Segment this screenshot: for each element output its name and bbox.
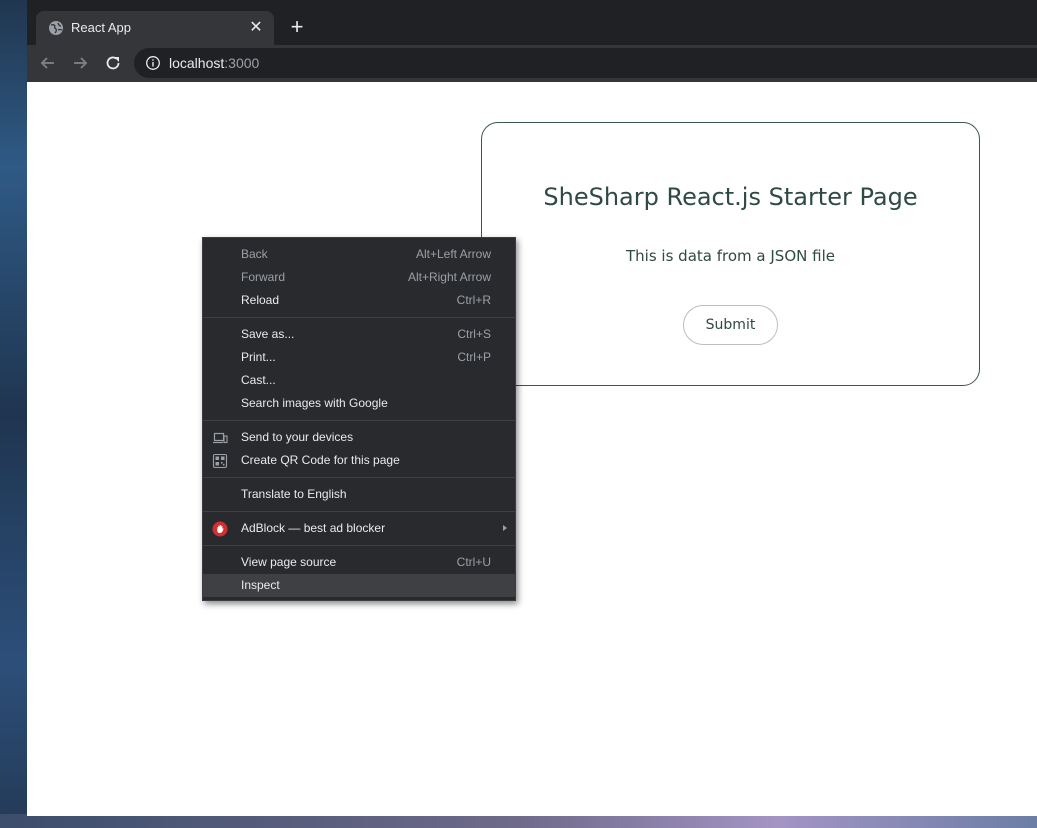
menu-item-back[interactable]: Back Alt+Left Arrow: [203, 243, 515, 266]
starter-card: SheSharp React.js Starter Page This is d…: [481, 122, 980, 386]
back-arrow-icon[interactable]: [38, 53, 58, 73]
site-info-icon[interactable]: [145, 55, 161, 71]
tab-strip: React App ✕ +: [27, 0, 1037, 45]
globe-icon: [49, 21, 63, 35]
url-text[interactable]: localhost:3000: [169, 55, 259, 71]
desktop-background: [0, 0, 27, 828]
menu-item-label: Inspect: [241, 578, 280, 592]
url-port: :3000: [224, 55, 260, 71]
json-data-text: This is data from a JSON file: [626, 247, 835, 265]
menu-item-view-source[interactable]: View page source Ctrl+U: [203, 551, 515, 574]
menu-item-reload[interactable]: Reload Ctrl+R: [203, 289, 515, 312]
menu-item-translate[interactable]: Translate to English: [203, 483, 515, 506]
menu-separator: [203, 545, 515, 546]
menu-item-shortcut: Ctrl+R: [456, 293, 491, 307]
submenu-arrow-icon: [503, 525, 507, 531]
browser-window: React App ✕ + localhost:3000 SheSharp Re…: [27, 0, 1037, 816]
menu-item-label: Translate to English: [241, 487, 347, 501]
menu-item-label: Print...: [241, 350, 276, 364]
menu-item-forward[interactable]: Forward Alt+Right Arrow: [203, 266, 515, 289]
menu-item-label: Reload: [241, 293, 280, 307]
menu-item-label: Forward: [241, 270, 286, 284]
url-host: localhost: [169, 55, 225, 71]
menu-item-search-images[interactable]: Search images with Google: [203, 392, 515, 415]
devices-icon: [213, 432, 228, 444]
context-menu: Back Alt+Left Arrow Forward Alt+Right Ar…: [202, 237, 516, 601]
menu-item-label: View page source: [241, 555, 337, 569]
menu-item-print[interactable]: Print... Ctrl+P: [203, 346, 515, 369]
reload-icon[interactable]: [103, 53, 123, 73]
tab-react-app[interactable]: React App ✕: [36, 11, 274, 45]
menu-item-shortcut: Ctrl+P: [457, 350, 491, 364]
new-tab-button[interactable]: +: [286, 16, 308, 39]
menu-item-inspect[interactable]: Inspect: [203, 574, 515, 597]
page-viewport: SheSharp React.js Starter Page This is d…: [27, 82, 1037, 816]
menu-item-label: Back: [241, 247, 268, 261]
address-bar[interactable]: localhost:3000: [134, 48, 1037, 78]
menu-separator: [203, 511, 515, 512]
page-title: SheSharp React.js Starter Page: [543, 183, 918, 211]
adblock-icon: [212, 521, 228, 537]
desktop-wallpaper-strip: [0, 814, 1037, 828]
forward-arrow-icon[interactable]: [70, 53, 90, 73]
menu-separator: [203, 317, 515, 318]
menu-item-label: Search images with Google: [241, 396, 388, 410]
menu-item-create-qr-code[interactable]: Create QR Code for this page: [203, 449, 515, 472]
menu-separator: [203, 420, 515, 421]
close-tab-icon[interactable]: ✕: [248, 20, 264, 36]
submit-button[interactable]: Submit: [683, 305, 778, 345]
menu-item-label: AdBlock — best ad blocker: [241, 521, 386, 535]
menu-item-shortcut: Alt+Left Arrow: [415, 247, 491, 261]
menu-item-label: Cast...: [241, 373, 276, 387]
menu-item-shortcut: Ctrl+U: [456, 555, 491, 569]
menu-item-adblock[interactable]: AdBlock — best ad blocker: [203, 517, 515, 540]
tab-title: React App: [71, 20, 131, 35]
menu-item-label: Save as...: [241, 327, 295, 341]
menu-item-cast[interactable]: Cast...: [203, 369, 515, 392]
menu-item-shortcut: Ctrl+S: [457, 327, 491, 341]
menu-item-send-to-devices[interactable]: Send to your devices: [203, 426, 515, 449]
menu-item-label: Create QR Code for this page: [241, 453, 400, 467]
menu-item-save-as[interactable]: Save as... Ctrl+S: [203, 323, 515, 346]
qr-code-icon: [212, 453, 228, 469]
menu-item-label: Send to your devices: [241, 430, 354, 444]
browser-toolbar: localhost:3000: [27, 45, 1037, 82]
menu-item-shortcut: Alt+Right Arrow: [407, 270, 491, 284]
menu-separator: [203, 477, 515, 478]
